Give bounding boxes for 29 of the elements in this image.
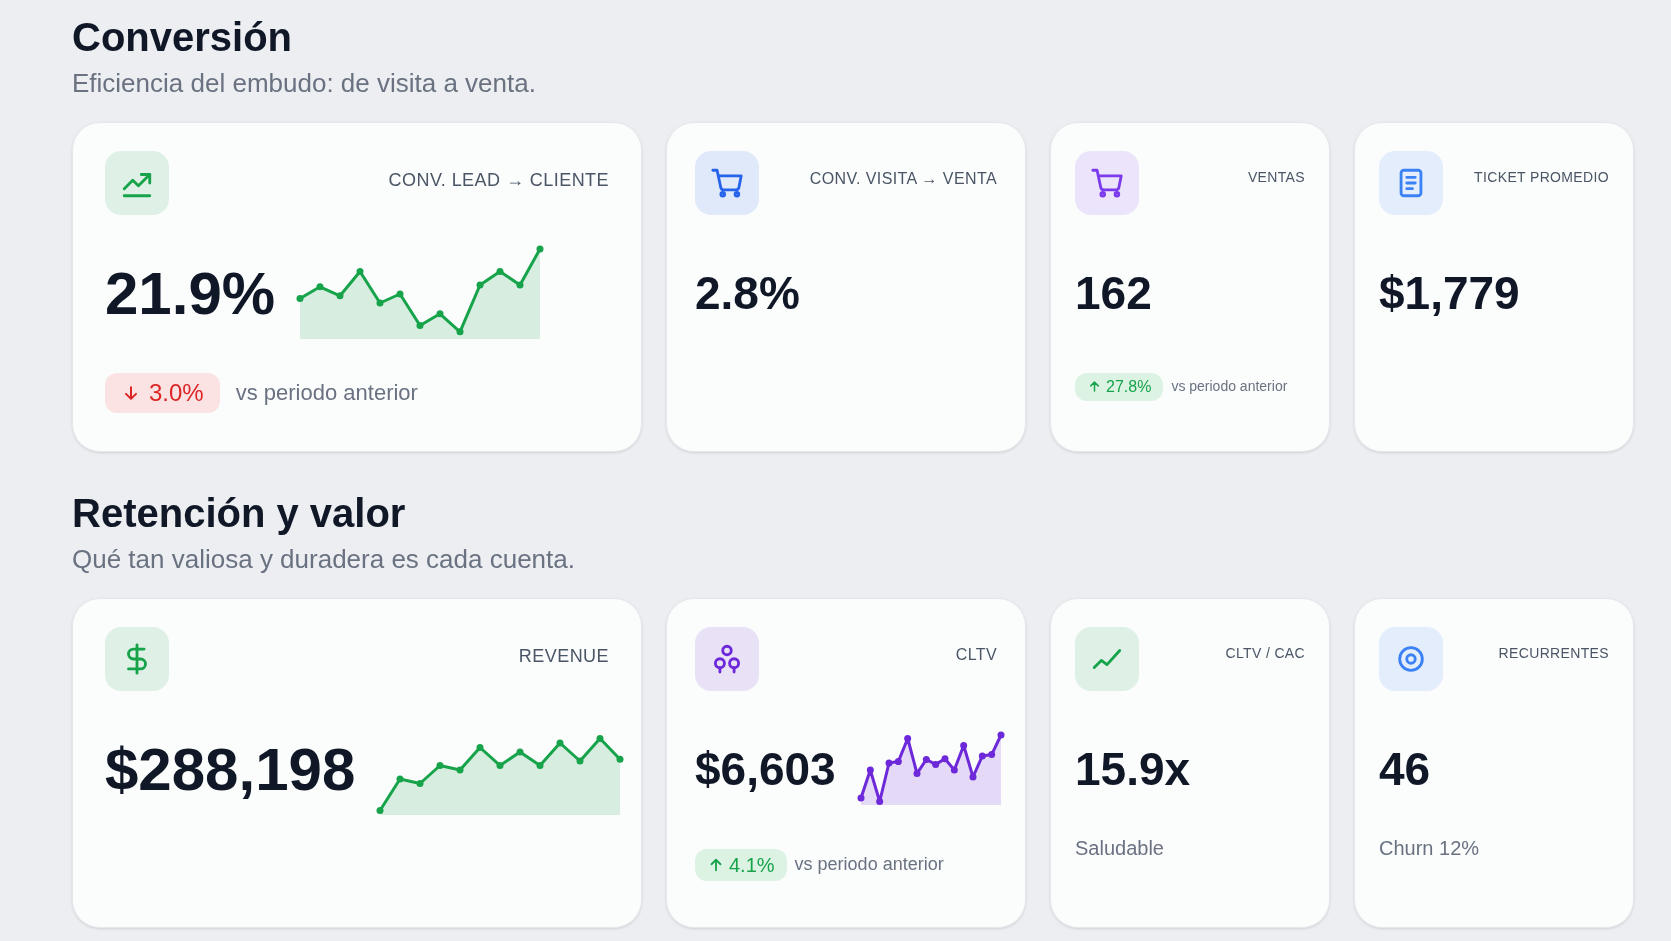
section-title: Retención y valor bbox=[72, 489, 407, 537]
metric-note: Churn 12% bbox=[1379, 835, 1481, 861]
metric-label: CLTV / CAC bbox=[1225, 643, 1305, 663]
arrow-up-icon bbox=[1087, 379, 1102, 395]
change-value: 27.8% bbox=[1106, 378, 1152, 395]
metric-value: 2.8% bbox=[695, 266, 800, 322]
metric-value: 46 bbox=[1379, 742, 1431, 797]
metric-label: CONV. LEAD → CLIENTE bbox=[388, 168, 609, 192]
metric-value: 162 bbox=[1075, 266, 1152, 322]
change-value: 3.0% bbox=[149, 380, 204, 405]
comparison-text: vs periodo anterior bbox=[235, 379, 418, 408]
metric-note: Saludable bbox=[1075, 835, 1165, 861]
metric-label: REVENUE bbox=[518, 644, 609, 668]
metric-label: RECURRENTES bbox=[1498, 643, 1609, 663]
section-subtitle: Eficiencia del embudo: de visita a venta. bbox=[72, 67, 537, 100]
metric-label: CONV. VISITA → VENTA bbox=[809, 168, 997, 189]
metric-value: 21.9% bbox=[105, 258, 276, 329]
comparison-text: vs periodo anterior bbox=[794, 853, 944, 876]
section-subtitle: Qué tan valiosa y duradera es cada cuenta. bbox=[72, 542, 576, 576]
change-value: 4.1% bbox=[729, 854, 775, 875]
metric-value: $288,198 bbox=[105, 734, 356, 805]
comparison-text: vs periodo anterior bbox=[1171, 377, 1288, 397]
metric-value: $6,603 bbox=[695, 742, 836, 797]
metric-label: VENTAS bbox=[1247, 167, 1305, 187]
metric-label: TICKET PROMEDIO bbox=[1474, 167, 1609, 187]
section-title: Conversión bbox=[72, 14, 294, 61]
metric-label: CLTV bbox=[955, 644, 997, 665]
metric-value: $1,779 bbox=[1379, 266, 1520, 322]
metric-value: 15.9x bbox=[1075, 742, 1191, 797]
